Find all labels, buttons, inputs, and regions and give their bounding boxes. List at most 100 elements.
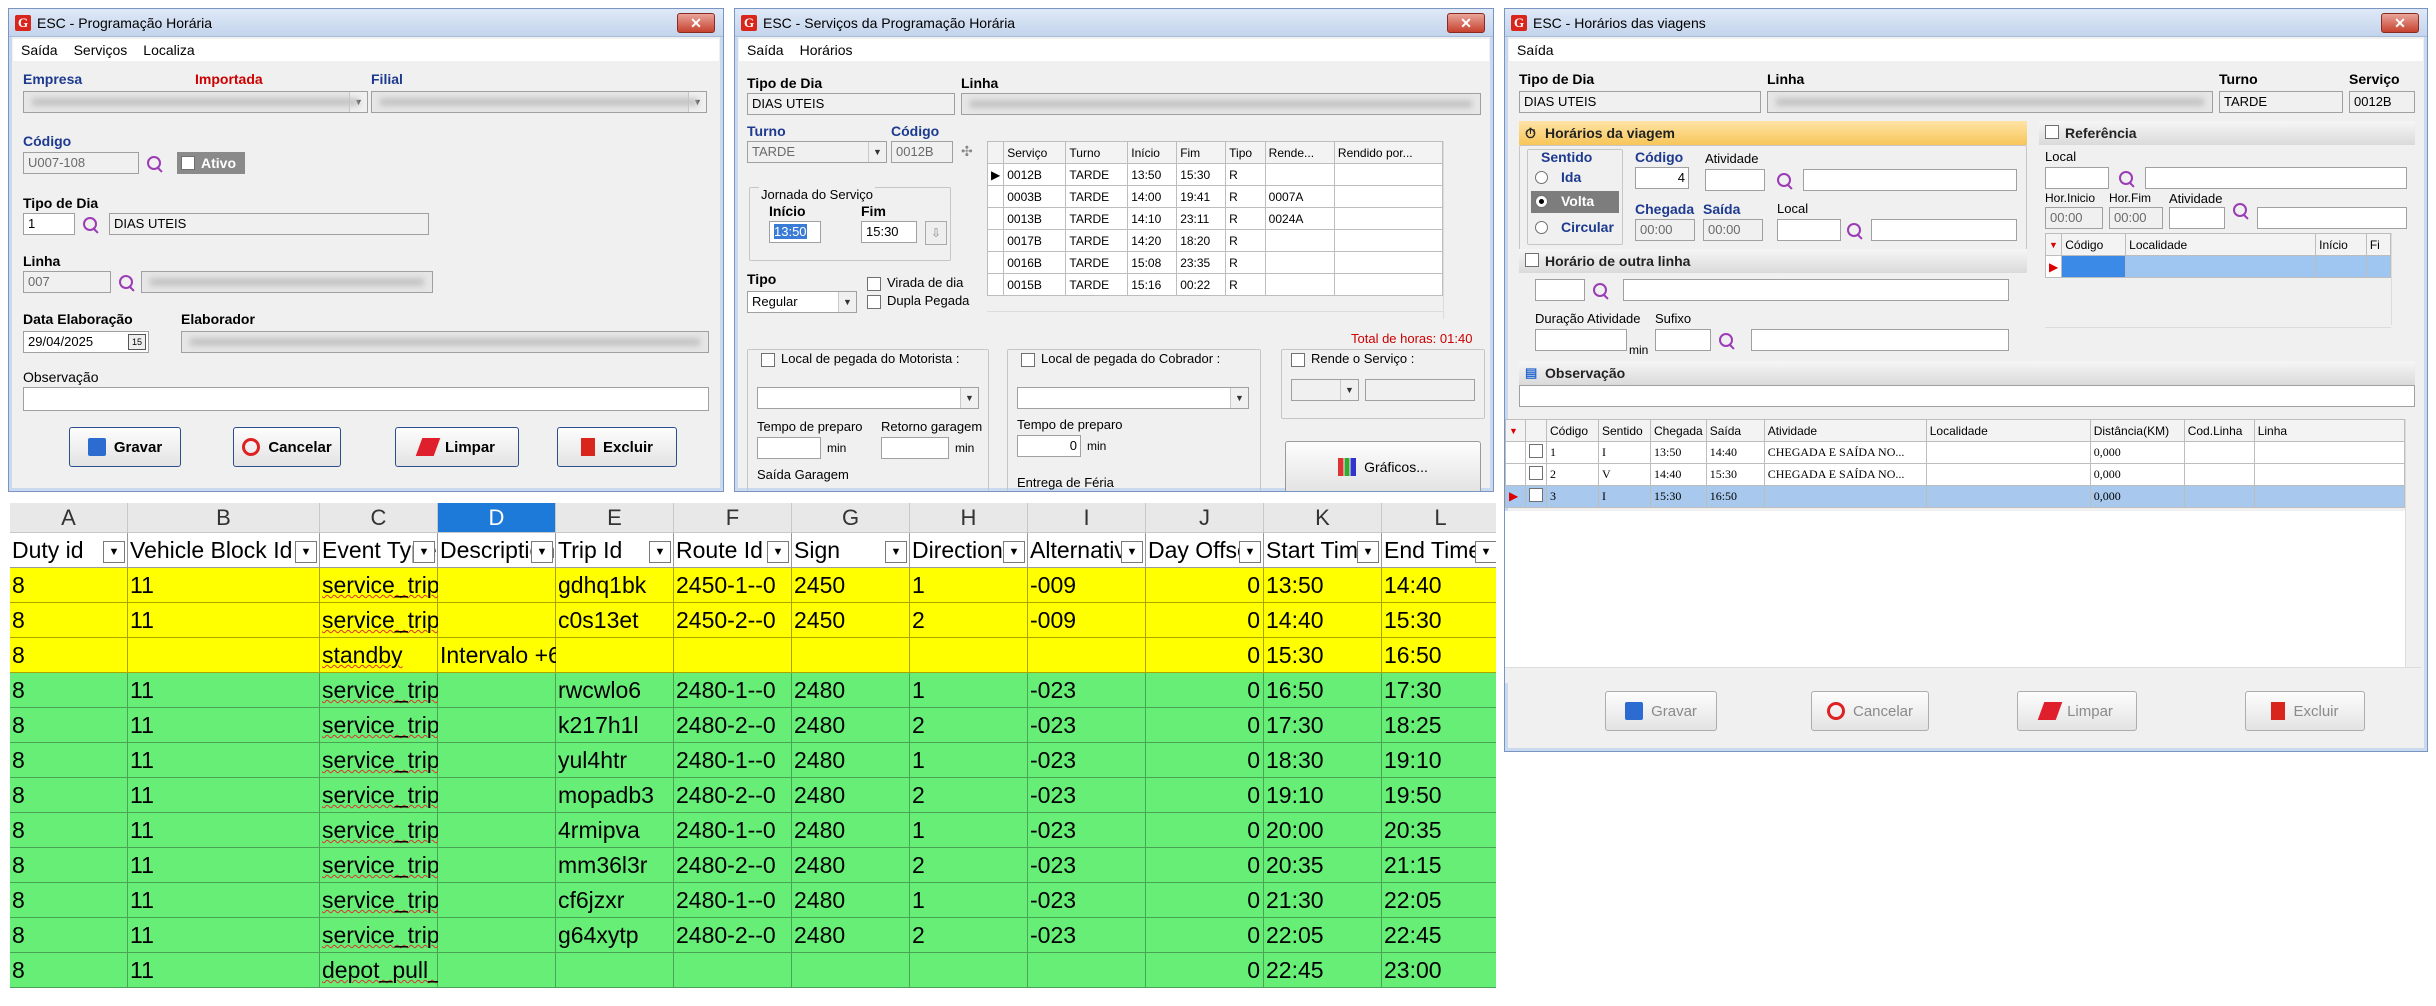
sheet-row[interactable]: 8 11 service_trip 4rmipva 2480-1--0 2480 1 -023… [10, 813, 1496, 848]
sheet-cell[interactable]: 1 [910, 743, 1028, 778]
sheet-cell[interactable]: 8 [10, 813, 128, 848]
sheet-cell[interactable]: 8 [10, 778, 128, 813]
ida-radio[interactable] [1535, 171, 1548, 184]
filter-dropdown-icon[interactable]: ▼ [649, 541, 671, 563]
sheet-cell[interactable]: 2480-2--0 [674, 778, 792, 813]
sheet-cell[interactable]: 2450 [792, 568, 910, 603]
circular-radio[interactable] [1535, 221, 1548, 234]
sheet-cell[interactable]: 2480 [792, 918, 910, 953]
sheet-cell[interactable]: 17:30 [1382, 673, 1496, 708]
linha-code[interactable]: 007 [23, 271, 111, 293]
filter-icon[interactable]: ▼ [2044, 233, 2063, 256]
sheet-cell[interactable]: 16:50 [1382, 638, 1496, 673]
volta-option[interactable]: Volta [1531, 191, 1619, 213]
filter-dropdown-icon[interactable]: ▼ [1357, 541, 1379, 563]
sheet-cell[interactable]: 8 [10, 743, 128, 778]
sheet-cell[interactable] [128, 638, 320, 673]
inicio-field[interactable]: 13:50 [769, 221, 821, 243]
table-hscroll[interactable] [987, 311, 1443, 327]
ref-atividade-code[interactable] [2169, 207, 2225, 229]
sheet-cell[interactable]: 2480 [792, 743, 910, 778]
ref-local-code[interactable] [2045, 167, 2109, 189]
row-checkbox[interactable] [1529, 443, 1543, 458]
menu-horarios[interactable]: Horários [800, 42, 853, 58]
sheet-cell[interactable]: 11 [128, 743, 320, 778]
table-row[interactable]: 0013B TARDE 14:10 23:11 R 0024A [986, 207, 1444, 230]
table-row[interactable]: 0016B TARDE 15:08 23:35 R [986, 251, 1444, 274]
sheet-cell[interactable]: 11 [128, 918, 320, 953]
tempo-preparo-cob-field[interactable]: 0 [1017, 435, 1081, 457]
filter-dropdown-icon[interactable]: ▼ [885, 541, 907, 563]
limpar-button[interactable]: Limpar [2017, 691, 2137, 731]
menu-saida[interactable]: Saída [1517, 42, 1554, 58]
sheet-cell[interactable]: 2480-2--0 [674, 848, 792, 883]
sheet-cell[interactable]: -009 [1028, 603, 1146, 638]
limpar-button[interactable]: Limpar [395, 427, 519, 467]
trips-vscroll[interactable] [2405, 419, 2421, 667]
column-header-d[interactable]: D [438, 503, 556, 533]
search-icon[interactable] [147, 156, 163, 172]
sheet-cell[interactable]: 8 [10, 568, 128, 603]
sheet-cell[interactable]: 22:05 [1382, 883, 1496, 918]
search-icon[interactable] [119, 275, 135, 291]
sheet-cell[interactable]: 21:15 [1382, 848, 1496, 883]
sheet-cell[interactable]: 8 [10, 638, 128, 673]
codigo-field[interactable]: 0012B [891, 141, 953, 163]
column-header-g[interactable]: G [792, 503, 910, 533]
sheet-cell[interactable] [438, 603, 556, 638]
sheet-cell[interactable]: 0 [1146, 708, 1264, 743]
trips-table[interactable]: ▼ Código Sentido Chegada Saída Atividade… [1505, 419, 2406, 508]
sheet-cell[interactable]: 0 [1146, 813, 1264, 848]
turno-select[interactable]: TARDE ▼ [747, 141, 887, 163]
table-row[interactable]: 1 I 13:50 14:40 CHEGADA E SAÍDA NO... 0,000 [1505, 441, 2406, 464]
sheet-cell[interactable]: -009 [1028, 568, 1146, 603]
sufixo-field[interactable] [1655, 329, 1711, 351]
column-header-k[interactable]: K [1264, 503, 1382, 533]
sheet-cell[interactable] [910, 953, 1028, 988]
sheet-cell[interactable]: 2480-2--0 [674, 918, 792, 953]
sheet-cell[interactable]: cf6jzxr [556, 883, 674, 918]
sheet-cell[interactable]: service_trip [320, 918, 440, 953]
column-header-e[interactable]: E [556, 503, 674, 533]
sheet-cell[interactable] [438, 848, 556, 883]
sheet-cell[interactable] [438, 813, 556, 848]
sheet-cell[interactable]: 14:40 [1264, 603, 1382, 638]
sheet-cell[interactable] [556, 953, 674, 988]
col-turno[interactable]: Turno [1065, 141, 1129, 164]
sheet-cell[interactable]: 8 [10, 708, 128, 743]
ref-vscroll[interactable] [2391, 233, 2407, 325]
sheet-cell[interactable]: service_trip [320, 568, 440, 603]
table-vscroll[interactable] [1443, 141, 1459, 319]
sheet-cell[interactable]: -023 [1028, 708, 1146, 743]
sheet-cell[interactable]: 1 [910, 883, 1028, 918]
menu-localiza[interactable]: Localiza [143, 42, 194, 58]
sheet-cell[interactable]: 2 [910, 918, 1028, 953]
hor-inicio-field[interactable]: 00:00 [2045, 207, 2103, 229]
sheet-row[interactable]: 8 11 service_trip yul4htr 2480-1--0 2480 1 -023… [10, 743, 1496, 778]
sheet-cell[interactable]: 11 [128, 568, 320, 603]
close-button[interactable]: ✕ [677, 13, 715, 33]
calendar-icon[interactable]: 15 [128, 334, 146, 350]
search-icon[interactable] [1719, 333, 1735, 349]
empresa-select[interactable]: ▼ [23, 91, 368, 113]
sheet-cell[interactable]: 11 [128, 848, 320, 883]
sheet-cell[interactable] [556, 638, 674, 673]
filter-dropdown-icon[interactable]: ▼ [767, 541, 789, 563]
sheet-cell[interactable]: 0 [1146, 883, 1264, 918]
sheet-cell[interactable]: 23:00 [1382, 953, 1496, 988]
menu-saida[interactable]: Saída [747, 42, 784, 58]
sheet-cell[interactable]: 2480-1--0 [674, 813, 792, 848]
sheet-cell[interactable]: 2450-1--0 [674, 568, 792, 603]
sheet-cell[interactable]: 2480-2--0 [674, 708, 792, 743]
row-checkbox[interactable] [1529, 487, 1543, 502]
data-elaboracao-field[interactable]: 29/04/2025 15 [23, 331, 149, 353]
col-servico[interactable]: Serviço [1003, 141, 1067, 164]
table-row[interactable]: 0003B TARDE 14:00 19:41 R 0007A [986, 185, 1444, 208]
sheet-cell[interactable]: g64xytp [556, 918, 674, 953]
cobrador-checkbox[interactable] [1021, 353, 1035, 367]
sheet-cell[interactable]: service_trip [320, 848, 440, 883]
sheet-cell[interactable]: 2480-1--0 [674, 743, 792, 778]
filter-dropdown-icon[interactable]: ▼ [1239, 541, 1261, 563]
fim-field[interactable]: 15:30 [861, 221, 917, 243]
sheet-cell[interactable]: 13:50 [1264, 568, 1382, 603]
